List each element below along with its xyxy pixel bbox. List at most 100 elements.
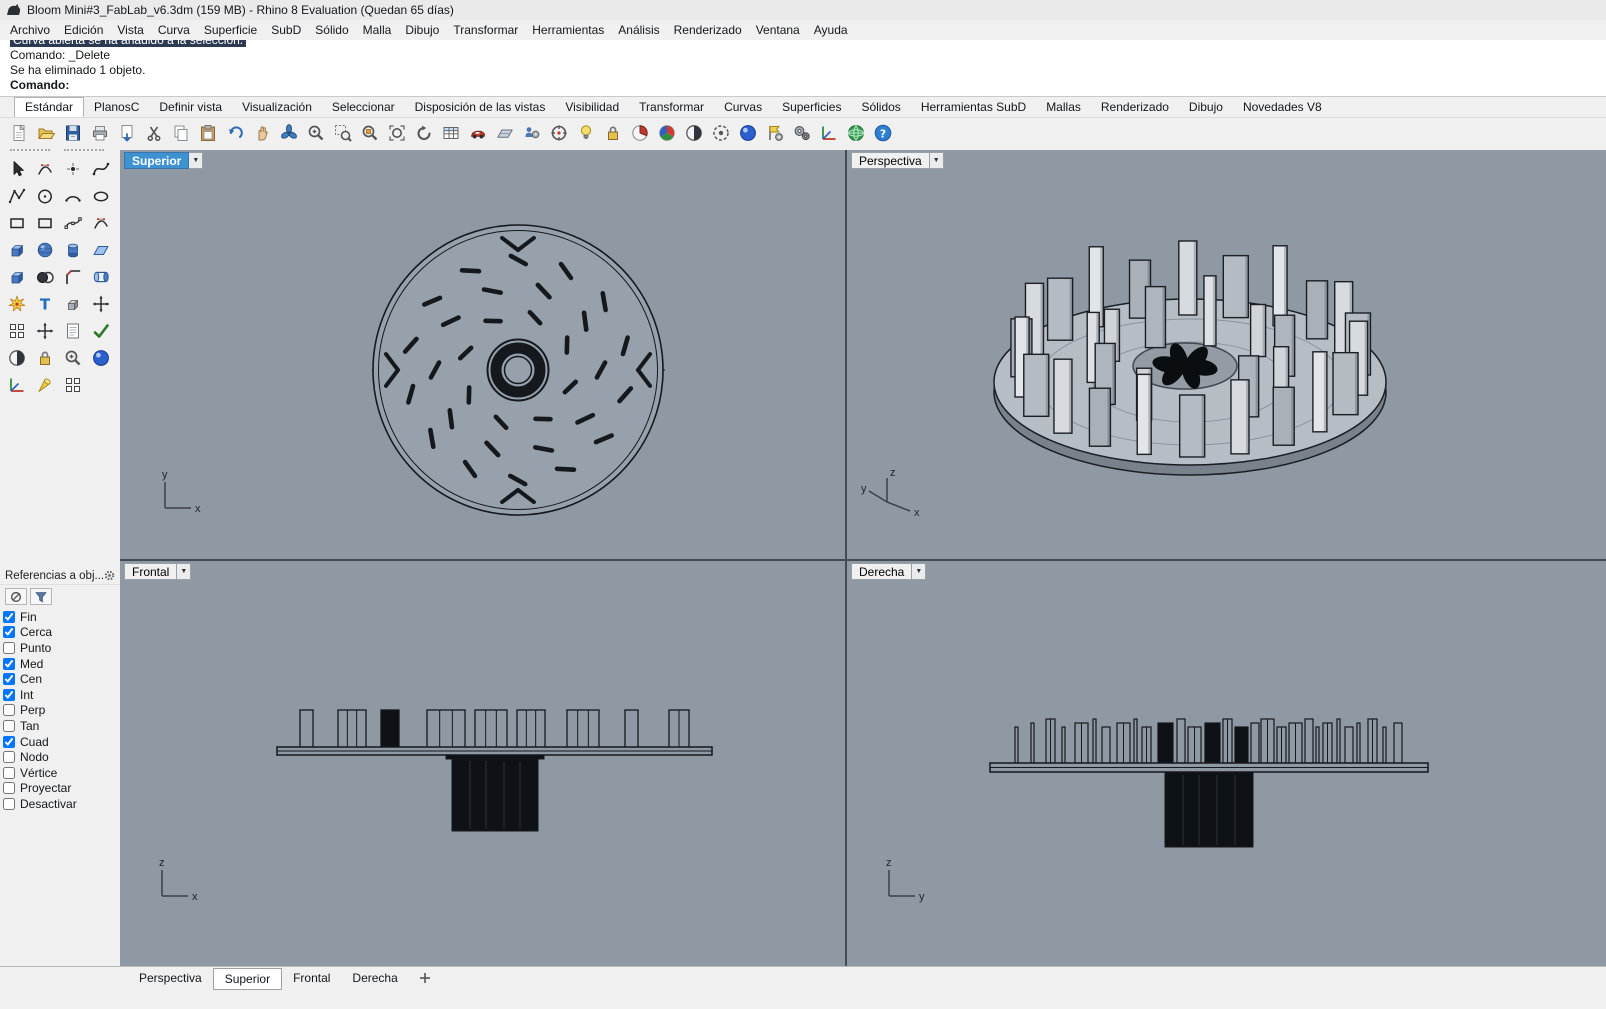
osnap-checkbox-perp[interactable] [3,704,15,717]
toolbar-icon-plane-surface[interactable] [495,123,515,143]
palette-tool-conic[interactable] [88,182,114,209]
palette-tool-cylinder[interactable] [60,236,86,263]
palette-tool-circle-center[interactable] [32,182,58,209]
ribbon-tab-planosc[interactable]: PlanosC [84,98,149,117]
toolbar-icon-car-nest[interactable] [468,123,488,143]
menu-item-edicion[interactable]: Edición [57,21,110,39]
osnap-checkbox-cuad[interactable] [3,735,15,748]
palette-tool-material-ball[interactable] [88,344,114,371]
toolbar-icon-zoom-extents[interactable] [387,123,407,143]
menu-item-curva[interactable]: Curva [151,21,197,39]
menu-item-renderizado[interactable]: Renderizado [667,21,749,39]
osnap-disable-button[interactable] [5,588,27,605]
menu-item-dibujo[interactable]: Dibujo [398,21,446,39]
palette-tool-gumball-relocate[interactable] [32,317,58,344]
viewport-frontal[interactable]: zx Frontal ▼ [120,561,845,966]
palette-drag-handle[interactable] [10,149,110,151]
toolbar-icon-cut[interactable] [144,123,164,143]
osnap-checkbox-tan[interactable] [3,719,15,732]
palette-tool-check-selection[interactable] [88,317,114,344]
toolbar-icon-zoom-selected[interactable] [360,123,380,143]
palette-tool-lock-object[interactable] [32,344,58,371]
toolbar-icon-cplane-widget[interactable] [819,123,839,143]
palette-tool-zoom-lens[interactable] [60,344,86,371]
menu-item-transformar[interactable]: Transformar [446,21,525,39]
palette-tool-curve-handles[interactable] [88,209,114,236]
viewport-derecha[interactable]: zy Derecha ▼ [847,561,1606,966]
viewport-perspectiva[interactable]: y z x Perspectiva ▼ [847,150,1606,559]
toolbar-icon-undo[interactable] [225,123,245,143]
ribbon-tab-seleccionar[interactable]: Seleccionar [322,98,405,117]
toolbar-icon-color-wheel[interactable] [657,123,677,143]
palette-tool-pipe[interactable] [88,263,114,290]
ribbon-tab-curvas[interactable]: Curvas [714,98,772,117]
palette-tool-single-point[interactable] [60,155,86,182]
viewport-page-tab-frontal[interactable]: Frontal [282,968,341,988]
osnap-checkbox-cerca[interactable] [3,626,15,639]
add-viewport-tab-button[interactable] [419,972,431,984]
ribbon-tab-disposicion-de-las-vistas[interactable]: Disposición de las vistas [405,98,556,117]
viewport-tab-perspectiva[interactable]: Perspectiva [851,152,930,169]
viewport-superior[interactable]: yx Superior ▼ [120,150,845,559]
toolbar-icon-print[interactable] [90,123,110,143]
ribbon-tab-estandar[interactable]: Estándar [14,97,85,117]
toolbar-icon-render-cake[interactable] [630,123,650,143]
osnap-checkbox-med[interactable] [3,657,15,670]
ribbon-tab-renderizado[interactable]: Renderizado [1091,98,1179,117]
toolbar-icon-earth-globe[interactable] [846,123,866,143]
palette-tool-boolean-difference[interactable] [32,263,58,290]
osnap-checkbox-int[interactable] [3,688,15,701]
palette-tool-move-uvn[interactable] [88,290,114,317]
ribbon-tab-novedades-v8[interactable]: Novedades V8 [1233,98,1332,117]
palette-tool-world-axes[interactable] [4,371,30,398]
toolbar-icon-rotate-view[interactable] [414,123,434,143]
ribbon-tab-dibujo[interactable]: Dibujo [1179,98,1233,117]
palette-tool-rectangle[interactable] [4,209,30,236]
ribbon-tab-definir-vista[interactable]: Definir vista [149,98,232,117]
ribbon-tab-superficies[interactable]: Superficies [772,98,851,117]
toolbar-icon-target-circle[interactable] [549,123,569,143]
osnap-checkbox-nodo[interactable] [3,751,15,764]
ribbon-tab-transformar[interactable]: Transformar [629,98,714,117]
viewport-tab-superior[interactable]: Superior [124,152,190,169]
palette-tool-lasso-select[interactable] [32,155,58,182]
osnap-checkbox-proyectar[interactable] [3,782,15,795]
viewport-page-tab-perspectiva[interactable]: Perspectiva [128,968,213,988]
palette-tool-block[interactable] [60,290,86,317]
toolbar-icon-help[interactable]: ? [873,123,893,143]
osnap-checkbox-punto[interactable] [3,641,15,654]
toolbar-icon-new-file[interactable] [9,123,29,143]
palette-tool-select-arrow[interactable] [4,155,30,182]
toolbar-icon-people-gear[interactable] [522,123,542,143]
palette-tool-curve-interp[interactable] [88,155,114,182]
ribbon-tab-mallas[interactable]: Mallas [1036,98,1091,117]
ribbon-tab-visualizacion[interactable]: Visualización [232,98,322,117]
viewport-page-tab-derecha[interactable]: Derecha [341,968,408,988]
toolbar-icon-open-file[interactable] [36,123,56,143]
menu-item-superficie[interactable]: Superficie [197,21,264,39]
viewport-menu-arrow-derecha[interactable]: ▼ [912,563,927,580]
viewport-canvas-perspectiva[interactable]: y z x [847,150,1606,559]
menu-item-malla[interactable]: Malla [356,21,399,39]
toolbar-icon-material-sphere[interactable] [738,123,758,143]
menu-item-ventana[interactable]: Ventana [749,21,807,39]
toolbar-icon-key-lamp[interactable] [576,123,596,143]
palette-tool-explode[interactable] [4,290,30,317]
viewport-menu-arrow-frontal[interactable]: ▼ [177,563,192,580]
toolbar-icon-paste[interactable] [198,123,218,143]
osnap-checkbox-fin[interactable] [3,610,15,623]
ribbon-tab-solidos[interactable]: Sólidos [851,98,910,117]
toolbar-icon-lock[interactable] [603,123,623,143]
osnap-checkbox-cen[interactable] [3,673,15,686]
toolbar-icon-zoom-dynamic[interactable] [306,123,326,143]
menu-item-archivo[interactable]: Archivo [3,21,57,39]
viewport-menu-arrow-perspectiva[interactable]: ▼ [929,152,944,169]
palette-tool-control-points[interactable] [60,209,86,236]
palette-tool-box[interactable] [4,236,30,263]
menu-item-herramientas[interactable]: Herramientas [525,21,611,39]
palette-tool-surface-plane[interactable] [88,236,114,263]
palette-tool-extrude-solid[interactable] [4,263,30,290]
osnap-filter-button[interactable] [30,588,52,605]
palette-tool-sphere[interactable] [32,236,58,263]
command-input-line[interactable]: Comando: [10,78,1606,93]
